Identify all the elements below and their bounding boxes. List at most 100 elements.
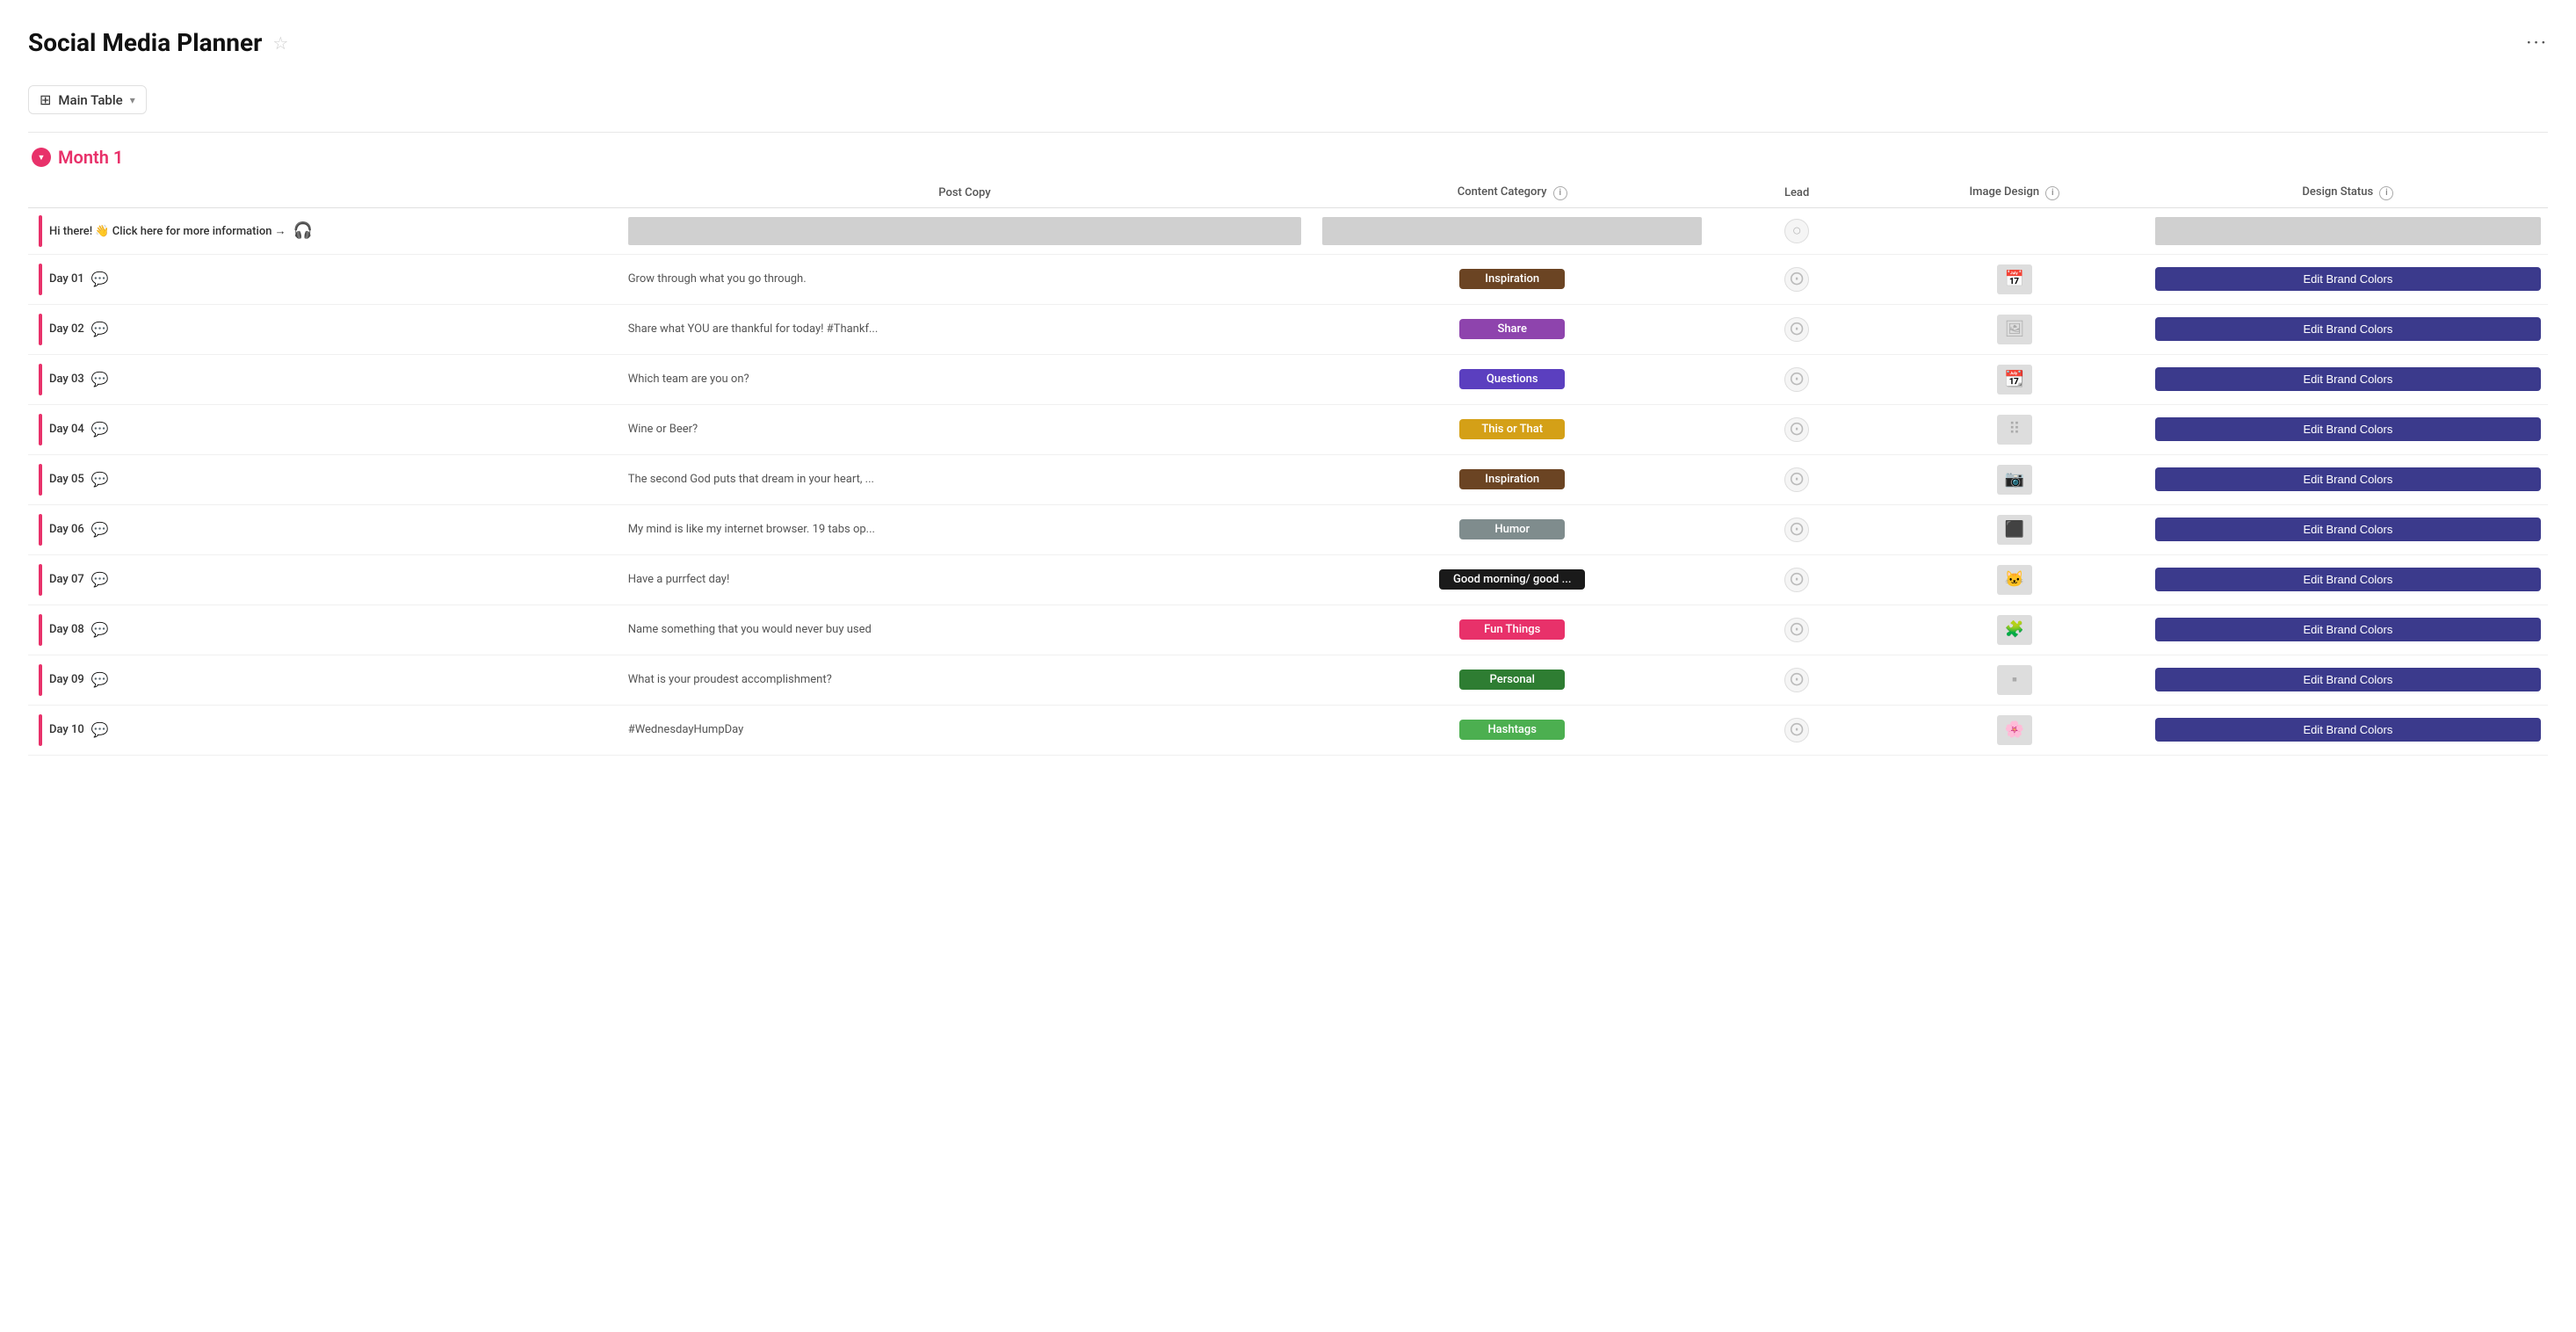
status-cell: Edit Brand Colors [2148, 554, 2548, 604]
category-badge: Inspiration [1459, 469, 1565, 489]
avatar: ⊙ [1784, 668, 1809, 692]
col-header-category: Content Category i [1312, 178, 1712, 207]
post-copy-cell[interactable]: Wine or Beer? [618, 404, 1312, 454]
comment-icon[interactable]: 💬 [91, 571, 109, 588]
comment-icon[interactable]: 💬 [91, 521, 109, 538]
category-badge: Hashtags [1459, 720, 1565, 740]
category-cell[interactable]: Humor [1312, 504, 1712, 554]
post-copy-text: Share what YOU are thankful for today! #… [628, 322, 879, 336]
post-copy-cell[interactable]: #WednesdayHumpDay [618, 705, 1312, 755]
comment-icon[interactable]: 💬 [91, 421, 109, 438]
post-copy-text: Wine or Beer? [628, 423, 698, 436]
edit-brand-colors-button[interactable]: Edit Brand Colors [2155, 568, 2541, 591]
image-info-icon[interactable]: i [2045, 186, 2059, 200]
post-copy-text: Grow through what you go through. [628, 272, 807, 286]
view-switcher[interactable]: ⊞ Main Table ▾ [28, 85, 147, 114]
status-info-icon[interactable]: i [2379, 186, 2393, 200]
comment-icon[interactable]: 💬 [91, 321, 109, 337]
table-row: Day 08 💬 Name something that you would n… [28, 604, 2548, 655]
image-cell[interactable]: 📆 [1881, 354, 2148, 404]
more-options-icon[interactable]: ··· [2526, 31, 2548, 55]
category-cell[interactable]: Inspiration [1312, 454, 1712, 504]
avatar: ⊙ [1784, 467, 1809, 492]
image-cell[interactable]: ▪ [1881, 655, 2148, 705]
image-cell[interactable]: 🐱 [1881, 554, 2148, 604]
post-copy-cell[interactable]: Share what YOU are thankful for today! #… [618, 304, 1312, 354]
name-cell: Day 05 💬 [28, 454, 618, 504]
category-cell[interactable]: Questions [1312, 354, 1712, 404]
month-collapse-icon[interactable] [32, 148, 51, 167]
image-cell[interactable]: 🖼 [1881, 304, 2148, 354]
view-label: Main Table [58, 92, 122, 108]
lead-cell: ⊙ [1712, 304, 1881, 354]
edit-brand-colors-button[interactable]: Edit Brand Colors [2155, 618, 2541, 641]
row-label: Day 07 [49, 573, 84, 586]
comment-icon[interactable]: 💬 [91, 271, 109, 287]
comment-icon[interactable]: 💬 [91, 471, 109, 488]
row-label: Day 02 [49, 322, 84, 336]
image-cell[interactable]: 📷 [1881, 454, 2148, 504]
special-info-row[interactable]: Hi there! 👋 Click here for more informat… [28, 207, 2548, 254]
edit-brand-colors-button[interactable]: Edit Brand Colors [2155, 367, 2541, 391]
comment-icon[interactable]: 💬 [91, 371, 109, 387]
avatar: ⊙ [1784, 267, 1809, 292]
image-cell[interactable]: 📅 [1881, 254, 2148, 304]
row-label: Day 09 [49, 673, 84, 686]
main-table: Post Copy Content Category i Lead Image … [28, 178, 2548, 756]
edit-brand-colors-button[interactable]: Edit Brand Colors [2155, 718, 2541, 742]
post-copy-cell[interactable]: My mind is like my internet browser. 19 … [618, 504, 1312, 554]
special-info-cell[interactable]: Hi there! 👋 Click here for more informat… [28, 207, 618, 254]
image-thumb: 📆 [1997, 365, 2032, 395]
category-cell[interactable]: This or That [1312, 404, 1712, 454]
post-copy-cell[interactable]: What is your proudest accomplishment? [618, 655, 1312, 705]
image-thumb: 🖼 [1997, 315, 2032, 344]
edit-brand-colors-button[interactable]: Edit Brand Colors [2155, 417, 2541, 441]
table-icon: ⊞ [40, 91, 51, 108]
edit-brand-colors-button[interactable]: Edit Brand Colors [2155, 467, 2541, 491]
status-cell: Edit Brand Colors [2148, 404, 2548, 454]
edit-brand-colors-button[interactable]: Edit Brand Colors [2155, 267, 2541, 291]
post-copy-cell[interactable]: Which team are you on? [618, 354, 1312, 404]
lead-cell: ⊙ [1712, 604, 1881, 655]
name-cell: Day 09 💬 [28, 655, 618, 705]
table-row: Day 05 💬 The second God puts that dream … [28, 454, 2548, 504]
edit-brand-colors-button[interactable]: Edit Brand Colors [2155, 518, 2541, 541]
star-icon[interactable]: ☆ [272, 33, 288, 54]
name-cell: Day 04 💬 [28, 404, 618, 454]
image-cell[interactable]: ⬛ [1881, 504, 2148, 554]
name-cell: Day 07 💬 [28, 554, 618, 604]
comment-icon[interactable]: 💬 [91, 721, 109, 738]
category-cell[interactable]: Good morning/ good ... [1312, 554, 1712, 604]
comment-icon[interactable]: 💬 [91, 621, 109, 638]
image-cell[interactable]: ⠿ [1881, 404, 2148, 454]
edit-brand-colors-button[interactable]: Edit Brand Colors [2155, 668, 2541, 691]
table-header-row: Post Copy Content Category i Lead Image … [28, 178, 2548, 207]
category-cell[interactable]: Hashtags [1312, 705, 1712, 755]
category-cell[interactable]: Personal [1312, 655, 1712, 705]
row-label: Day 06 [49, 523, 84, 536]
post-copy-cell[interactable]: Have a purrfect day! [618, 554, 1312, 604]
special-category-cell [1312, 207, 1712, 254]
image-cell[interactable]: 🌸 [1881, 705, 2148, 755]
image-cell[interactable]: 🧩 [1881, 604, 2148, 655]
post-copy-cell[interactable]: Name something that you would never buy … [618, 604, 1312, 655]
image-thumb: 📷 [1997, 465, 2032, 495]
post-copy-cell[interactable]: Grow through what you go through. [618, 254, 1312, 304]
row-label: Day 01 [49, 272, 84, 286]
table-row: Day 04 💬 Wine or Beer?This or That⊙⠿Edit… [28, 404, 2548, 454]
special-lead-cell: ○ [1712, 207, 1881, 254]
category-cell[interactable]: Fun Things [1312, 604, 1712, 655]
category-cell[interactable]: Inspiration [1312, 254, 1712, 304]
chevron-down-icon: ▾ [130, 94, 135, 106]
table-row: Day 01 💬 Grow through what you go throug… [28, 254, 2548, 304]
category-info-icon[interactable]: i [1553, 186, 1567, 200]
category-badge: Inspiration [1459, 269, 1565, 289]
avatar: ⊙ [1784, 618, 1809, 642]
special-post-copy-cell [618, 207, 1312, 254]
month-title: Month 1 [58, 147, 123, 168]
edit-brand-colors-button[interactable]: Edit Brand Colors [2155, 317, 2541, 341]
lead-cell: ⊙ [1712, 354, 1881, 404]
category-cell[interactable]: Share [1312, 304, 1712, 354]
post-copy-cell[interactable]: The second God puts that dream in your h… [618, 454, 1312, 504]
comment-icon[interactable]: 💬 [91, 671, 109, 688]
